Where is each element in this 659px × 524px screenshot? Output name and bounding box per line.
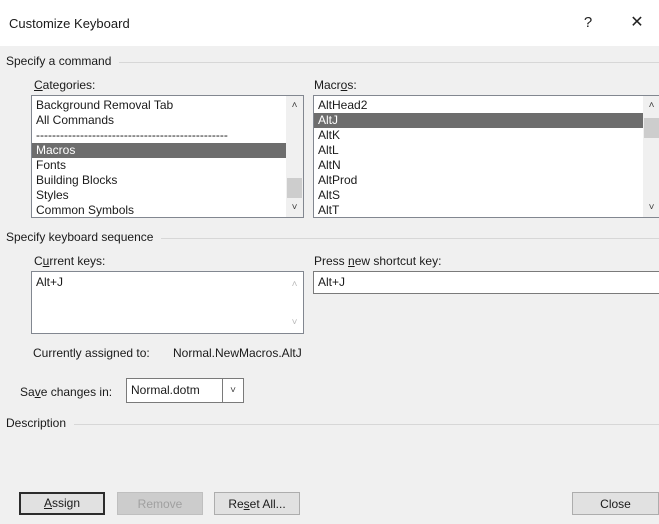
list-item[interactable]: AltN — [314, 158, 643, 173]
chevron-up-icon[interactable]: ˄ — [286, 97, 303, 114]
remove-button[interactable]: Remove — [117, 492, 203, 515]
categories-label: Categories: — [34, 78, 96, 92]
save-changes-value: Normal.dotm — [131, 383, 200, 397]
macros-scrollbar[interactable]: ˄ ˅ — [643, 96, 659, 217]
chevron-up-icon[interactable]: ˄ — [643, 97, 659, 114]
list-item[interactable]: All Commands — [32, 113, 286, 128]
list-item[interactable]: Macros — [32, 143, 286, 158]
reset-all-button[interactable]: Reset All... — [214, 492, 300, 515]
new-shortcut-label: Press new shortcut key: — [314, 254, 442, 268]
list-item[interactable]: AltProd — [314, 173, 643, 188]
currently-assigned-label: Currently assigned to: — [33, 346, 150, 360]
current-keys-scrollbar: ˄ ˅ — [286, 272, 303, 333]
assign-button[interactable]: Assign — [19, 492, 105, 515]
macros-label: Macros: — [314, 78, 357, 92]
new-shortcut-input[interactable]: Alt+J — [313, 271, 659, 294]
keyboard-section-heading: Specify keyboard sequence — [6, 230, 659, 246]
dialog-title: Customize Keyboard — [9, 16, 130, 31]
chevron-down-icon[interactable]: ˅ — [286, 199, 303, 216]
list-item[interactable]: AltS — [314, 188, 643, 203]
description-heading: Description — [6, 416, 659, 432]
list-item[interactable]: Building Blocks — [32, 173, 286, 188]
new-shortcut-value: Alt+J — [318, 275, 346, 289]
list-item[interactable]: AltK — [314, 128, 643, 143]
chevron-down-icon[interactable]: ˅ — [222, 379, 243, 402]
title-bar: Customize Keyboard ? ✕ — [0, 0, 659, 46]
scroll-thumb[interactable] — [287, 178, 302, 198]
save-changes-select[interactable]: Normal.dotm ˅ — [126, 378, 244, 403]
list-item[interactable]: AltT — [314, 203, 643, 217]
close-window-button[interactable]: ✕ — [615, 8, 659, 38]
chevron-up-icon: ˄ — [291, 279, 298, 290]
current-keys-listbox[interactable]: Alt+J ˄ ˅ — [31, 271, 304, 334]
macros-listbox[interactable]: AltHead2 AltJ AltK AltL AltN AltProd AltS AltT … — [313, 95, 659, 218]
description-text — [18, 438, 648, 478]
list-item[interactable]: Alt+J — [32, 275, 303, 290]
categories-listbox[interactable]: Background Removal Tab All Commands ------… — [31, 95, 304, 218]
list-item[interactable]: Styles — [32, 188, 286, 203]
save-changes-label: Save changes in: — [20, 385, 113, 399]
chevron-down-icon[interactable]: ˅ — [643, 199, 659, 216]
currently-assigned-value: Normal.NewMacros.AltJ — [173, 346, 302, 360]
command-section-heading: Specify a command — [6, 54, 659, 70]
close-button[interactable]: Close — [572, 492, 659, 515]
list-item[interactable]: ----------------------------------------… — [32, 128, 286, 143]
list-item[interactable]: Fonts — [32, 158, 286, 173]
list-item[interactable]: AltJ — [314, 113, 643, 128]
current-keys-label: Current keys: — [34, 254, 106, 268]
categories-scrollbar[interactable]: ˄ ˅ — [286, 96, 303, 217]
chevron-down-icon: ˅ — [291, 317, 298, 328]
scroll-thumb[interactable] — [644, 118, 659, 138]
list-item[interactable]: AltL — [314, 143, 643, 158]
list-item[interactable]: Common Symbols — [32, 203, 286, 217]
list-item[interactable]: AltHead2 — [314, 98, 643, 113]
help-button[interactable]: ? — [566, 8, 610, 38]
customize-keyboard-dialog: Customize Keyboard ? ✕ Specify a command… — [0, 0, 659, 524]
list-item[interactable]: Background Removal Tab — [32, 98, 286, 113]
